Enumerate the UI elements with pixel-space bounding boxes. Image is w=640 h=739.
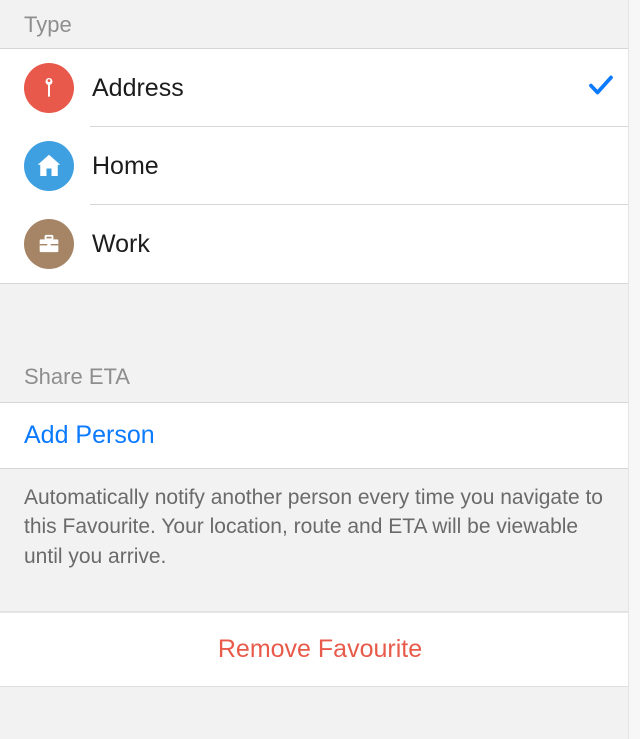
briefcase-icon — [24, 219, 74, 269]
share-eta-description: Automatically notify another person ever… — [0, 469, 640, 612]
type-option-home[interactable]: Home — [0, 127, 640, 205]
type-options-list: Address Home Work — [0, 48, 640, 284]
home-icon — [24, 141, 74, 191]
type-option-label: Work — [92, 230, 616, 259]
type-option-label: Address — [92, 74, 586, 103]
type-option-work[interactable]: Work — [0, 205, 640, 283]
add-person-button[interactable]: Add Person — [0, 402, 640, 469]
type-option-address[interactable]: Address — [0, 49, 640, 127]
remove-favourite-button[interactable]: Remove Favourite — [0, 612, 640, 687]
type-section-header: Type — [0, 0, 640, 48]
share-eta-header: Share ETA — [0, 350, 640, 402]
pin-icon — [24, 63, 74, 113]
type-option-label: Home — [92, 152, 616, 181]
checkmark-icon — [586, 70, 616, 107]
section-spacer — [0, 284, 640, 350]
scrollbar[interactable] — [628, 0, 640, 739]
